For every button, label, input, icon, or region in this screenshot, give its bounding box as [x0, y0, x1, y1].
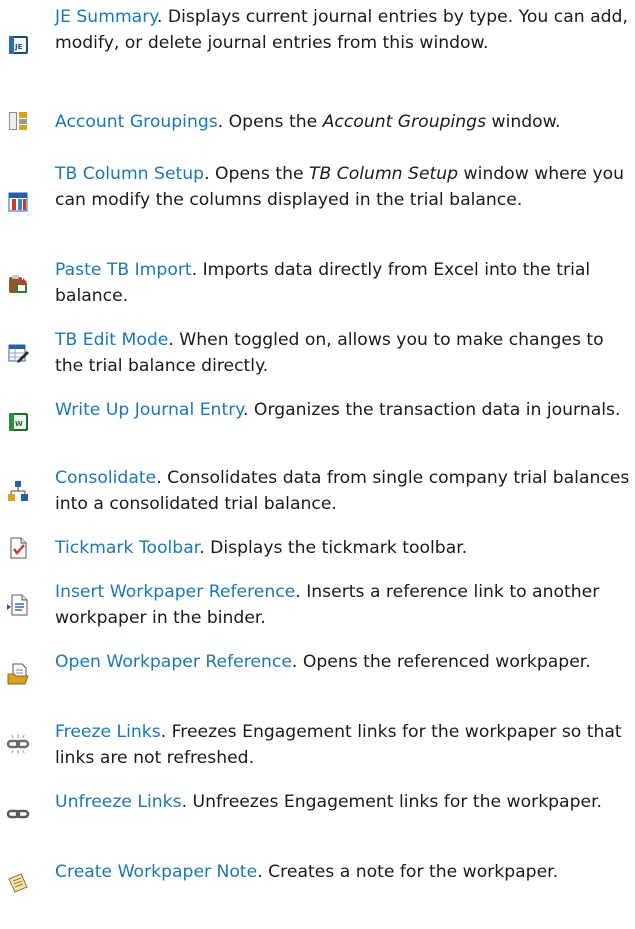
svg-text:JE: JE	[14, 43, 23, 51]
tb-column-setup-icon	[6, 190, 30, 214]
je-summary-link[interactable]: JE Summary	[55, 7, 157, 27]
account-groupings-description-a: . Opens the	[217, 112, 323, 132]
account-groupings-window-name: Account Groupings	[322, 112, 487, 132]
open-workpaper-reference-description: . Opens the referenced workpaper.	[291, 652, 591, 672]
insert-workpaper-reference-link[interactable]: Insert Workpaper Reference	[55, 582, 295, 602]
paste-tb-import-icon	[6, 272, 30, 296]
create-workpaper-note-link[interactable]: Create Workpaper Note	[55, 862, 257, 882]
write-up-journal-entry-link[interactable]: Write Up Journal Entry	[55, 400, 243, 420]
tb-column-setup-link[interactable]: TB Column Setup	[55, 164, 204, 184]
open-workpaper-reference-link[interactable]: Open Workpaper Reference	[55, 652, 292, 672]
create-workpaper-note-icon	[6, 871, 30, 895]
insert-workpaper-reference-icon	[6, 593, 30, 617]
tickmark-toolbar-description: . Displays the tickmark toolbar.	[199, 538, 468, 558]
freeze-links-link[interactable]: Freeze Links	[55, 722, 161, 742]
tickmark-toolbar-icon	[6, 536, 30, 560]
unfreeze-links-description: . Unfreezes Engagement links for the wor…	[181, 792, 603, 812]
je-summary-icon: JE	[6, 33, 30, 57]
write-up-journal-entry-description: . Organizes the transaction data in jour…	[242, 400, 621, 420]
freeze-links-icon	[6, 732, 30, 756]
tickmark-toolbar-link[interactable]: Tickmark Toolbar	[55, 538, 199, 558]
consolidate-icon	[6, 479, 30, 503]
account-groupings-icon	[6, 109, 30, 133]
tb-column-setup-window-name: TB Column Setup	[309, 164, 459, 184]
tb-edit-mode-link[interactable]: TB Edit Mode	[55, 330, 168, 350]
unfreeze-links-icon	[6, 802, 30, 826]
paste-tb-import-link[interactable]: Paste TB Import	[55, 260, 192, 280]
create-workpaper-note-description: . Creates a note for the workpaper.	[257, 862, 559, 882]
unfreeze-links-link[interactable]: Unfreeze Links	[55, 792, 182, 812]
svg-text:W: W	[15, 420, 23, 428]
account-groupings-description-b: window.	[486, 112, 561, 132]
consolidate-link[interactable]: Consolidate	[55, 468, 156, 488]
tb-column-setup-description-a: . Opens the	[204, 164, 309, 184]
account-groupings-link[interactable]: Account Groupings	[55, 112, 218, 132]
open-workpaper-reference-icon	[6, 662, 30, 686]
tb-edit-mode-icon	[6, 341, 30, 365]
write-up-journal-entry-icon: W	[6, 410, 30, 434]
